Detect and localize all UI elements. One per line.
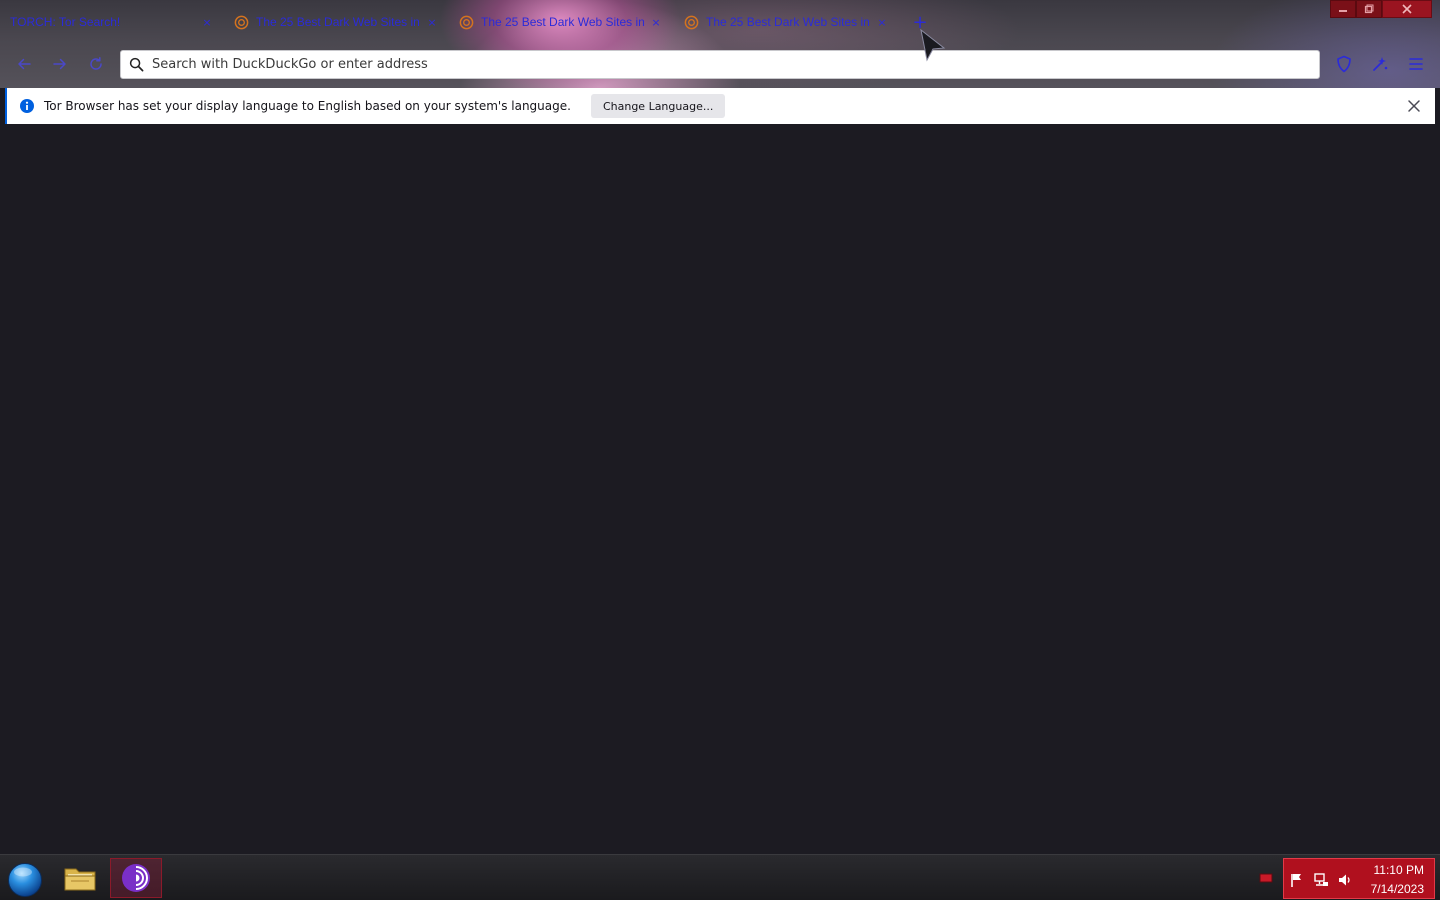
- tor-browser-icon: [122, 864, 150, 892]
- network-button[interactable]: [1313, 872, 1329, 888]
- folder-icon: [64, 868, 96, 891]
- tab-close-icon[interactable]: ×: [199, 8, 215, 36]
- volume-button[interactable]: [1337, 872, 1353, 888]
- action-center-button[interactable]: [1289, 872, 1305, 888]
- tab-title: The 25 Best Dark Web Sites in ...: [706, 15, 874, 29]
- tor-circuit-icon: [1373, 57, 1388, 71]
- web-favicon-icon: [234, 15, 249, 29]
- info-icon: [19, 98, 35, 114]
- hamburger-menu-icon: [1409, 58, 1423, 70]
- minimize-button[interactable]: [1330, 0, 1356, 18]
- taskbar-explorer[interactable]: [54, 858, 106, 898]
- close-icon: [1408, 100, 1420, 112]
- tab-title: The 25 Best Dark Web Sites in ...: [256, 15, 424, 29]
- taskbar-tor-browser[interactable]: [110, 858, 162, 898]
- flag-icon: [1291, 874, 1301, 887]
- tab-dark-web-sites-3[interactable]: The 25 Best Dark Web Sites in ...: [684, 8, 874, 36]
- tab-close-icon[interactable]: ×: [648, 8, 664, 36]
- start-orb-icon: [8, 863, 42, 897]
- window-controls: [1330, 0, 1434, 18]
- tab-close-icon[interactable]: ×: [874, 8, 890, 36]
- clock-date[interactable]: 7/14/2023: [1371, 882, 1424, 896]
- reload-button[interactable]: [84, 52, 108, 76]
- tab-close-icon[interactable]: ×: [424, 8, 440, 36]
- language-notification-bar: Tor Browser has set your display languag…: [5, 88, 1435, 124]
- maximize-button[interactable]: [1356, 0, 1382, 18]
- close-window-button[interactable]: [1382, 0, 1432, 18]
- web-favicon-icon: [459, 15, 474, 29]
- browser-chrome: TORCH: Tor Search! × The 25 Best Dark We…: [0, 0, 1440, 88]
- close-icon: [1402, 4, 1412, 14]
- volume-icon: [1339, 874, 1350, 886]
- mouse-cursor-icon: [920, 28, 946, 62]
- restore-icon: [1364, 4, 1374, 14]
- forward-button[interactable]: [48, 52, 72, 76]
- tab-dark-web-sites-1[interactable]: The 25 Best Dark Web Sites in ...: [234, 8, 424, 36]
- tray-overflow-icon: [1259, 873, 1273, 883]
- security-level-button[interactable]: [1332, 52, 1356, 76]
- arrow-left-icon: [18, 58, 31, 70]
- search-icon: [129, 57, 144, 72]
- web-favicon-icon: [684, 15, 699, 29]
- reload-icon: [90, 57, 102, 70]
- taskbar: 11:10 PM 7/14/2023: [0, 854, 1440, 900]
- clock-time[interactable]: 11:10 PM: [1374, 863, 1424, 877]
- page-content-area[interactable]: [0, 128, 1440, 854]
- arrow-right-icon: [53, 58, 66, 70]
- network-icon: [1314, 873, 1328, 886]
- change-language-button[interactable]: Change Language...: [590, 94, 726, 118]
- tab-dark-web-sites-2[interactable]: The 25 Best Dark Web Sites in ...: [459, 8, 649, 36]
- url-input[interactable]: [152, 51, 1319, 78]
- tab-title: TORCH: Tor Search!: [10, 15, 121, 29]
- system-tray: 11:10 PM 7/14/2023: [1283, 858, 1435, 899]
- tab-torch-search[interactable]: TORCH: Tor Search!: [10, 8, 200, 36]
- show-hidden-icons-button[interactable]: [1259, 872, 1273, 884]
- new-identity-button[interactable]: [1368, 52, 1392, 76]
- minimize-icon: [1339, 10, 1347, 12]
- back-button[interactable]: [12, 52, 36, 76]
- notification-close-button[interactable]: [1403, 95, 1425, 117]
- tab-title: The 25 Best Dark Web Sites in ...: [481, 15, 649, 29]
- address-bar[interactable]: [120, 50, 1320, 79]
- shield-icon: [1337, 55, 1351, 73]
- notification-message: Tor Browser has set your display languag…: [44, 99, 571, 113]
- tab-strip: TORCH: Tor Search! × The 25 Best Dark We…: [0, 0, 1440, 44]
- application-menu-button[interactable]: [1404, 52, 1428, 76]
- start-button[interactable]: [6, 861, 44, 899]
